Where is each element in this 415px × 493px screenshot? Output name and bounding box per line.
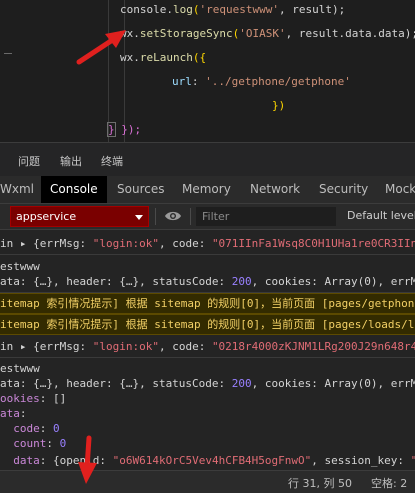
code-line-relaunch: wx.reLaunch({ <box>120 51 207 64</box>
tab-network[interactable]: Network <box>250 176 300 203</box>
tab-security[interactable]: Security <box>319 176 368 203</box>
console-toolbar: appservice Default levels <box>0 204 415 230</box>
warning-entry[interactable]: itemap 索引情况提示] 根据 sitemap 的规则[0]，当前页面 [p… <box>0 314 415 335</box>
toolbar-divider <box>190 208 191 225</box>
eye-icon[interactable] <box>164 209 182 223</box>
context-select[interactable]: appservice <box>10 206 149 227</box>
tab-wxml[interactable]: Wxml <box>0 176 34 203</box>
tab-sources[interactable]: Sources <box>117 176 164 203</box>
log-entry[interactable]: ata: {…}, header: {…}, statusCode: 200, … <box>0 275 415 289</box>
tree-node-cookies[interactable]: ookies: [] <box>0 392 415 406</box>
chevron-down-icon <box>135 215 143 220</box>
indent-guide <box>124 0 125 142</box>
code-line-setstorage: wx.setStorageSync('OIASK', result.data.d… <box>120 27 415 40</box>
tab-console[interactable]: Console <box>41 176 107 203</box>
log-entry: estwww <box>0 260 40 273</box>
tab-output[interactable]: 输出 <box>60 153 82 169</box>
code-line-close-inner: }) <box>272 99 286 112</box>
tab-memory[interactable]: Memory <box>182 176 231 203</box>
cursor-position[interactable]: 行 31, 列 50 <box>288 475 352 491</box>
code-line-url: url: '../getphone/getphone' <box>172 75 351 88</box>
context-select-value: appservice <box>16 210 77 223</box>
tree-node-code: code: 0 <box>13 422 60 435</box>
tab-mock[interactable]: Mock <box>385 176 415 203</box>
log-entry[interactable]: in ▸ {errMsg: "login:ok", code: "071IInF… <box>0 237 415 251</box>
indent-guide <box>108 0 109 142</box>
editor-gutter <box>0 0 16 142</box>
warning-entry[interactable]: itemap 索引情况提示] 根据 sitemap 的规则[0]，当前页面 [p… <box>0 293 415 314</box>
log-divider <box>0 254 415 255</box>
gutter-marker <box>4 53 12 54</box>
log-entry[interactable]: in ▸ {errMsg: "login:ok", code: "0218r40… <box>0 340 415 354</box>
log-divider <box>0 357 415 358</box>
filter-input[interactable] <box>196 207 336 226</box>
toolbar-divider <box>155 208 156 225</box>
log-levels-dropdown[interactable]: Default levels <box>347 209 415 222</box>
code-line-close-outer: } }); <box>107 122 142 137</box>
tab-problems[interactable]: 问题 <box>18 153 40 169</box>
console-output: in ▸ {errMsg: "login:ok", code: "071IInF… <box>0 230 415 470</box>
indentation-setting[interactable]: 空格: 2 <box>371 475 407 491</box>
devtools-tab-bar: Wxml Console Sources Memory Network Secu… <box>0 176 415 204</box>
log-entry: estwww <box>0 362 40 375</box>
tab-terminal[interactable]: 终端 <box>101 153 123 169</box>
panel-tab-bar: 问题 输出 终端 <box>0 142 415 177</box>
tree-node-data[interactable]: ata: <box>0 407 415 421</box>
code-line-log: console.log('requestwww', result); <box>120 3 346 16</box>
tree-node-count: count: 0 <box>13 437 67 450</box>
code-editor[interactable]: console.log('requestwww', result); wx.se… <box>0 0 415 142</box>
status-bar: 行 31, 列 50 空格: 2 <box>0 470 415 493</box>
log-entry[interactable]: ata: {…}, header: {…}, statusCode: 200, … <box>0 377 415 391</box>
tree-node-data-openid[interactable]: data: {openid: "o6W614kOrC5Vev4hCFB4H5og… <box>0 454 415 468</box>
